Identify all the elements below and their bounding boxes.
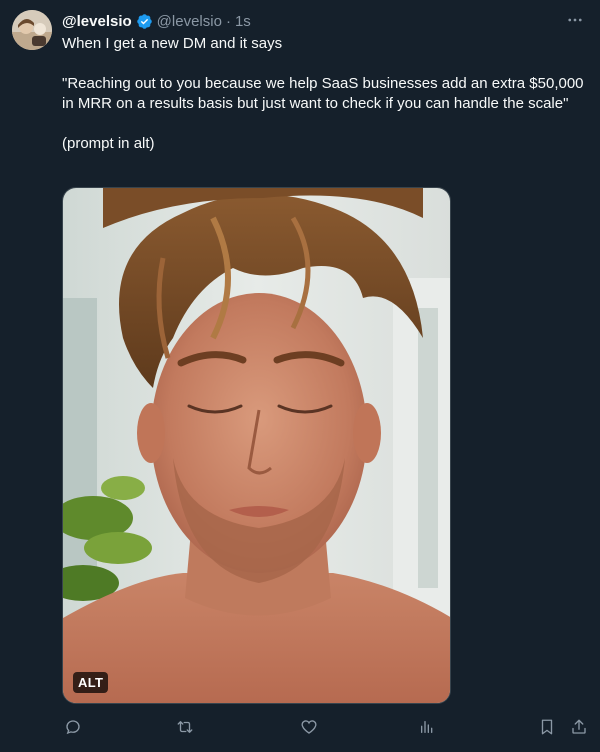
tweet-text: When I get a new DM and it says "Reachin… xyxy=(62,34,588,154)
tweet-line-2: "Reaching out to you because we help Saa… xyxy=(62,75,584,112)
display-name[interactable]: @levelsio xyxy=(62,13,132,30)
views-icon[interactable] xyxy=(416,716,438,738)
reply-icon[interactable] xyxy=(62,716,84,738)
tweet-header: @levelsio @levelsio · 1s xyxy=(62,10,251,32)
like-icon[interactable] xyxy=(298,716,320,738)
handle[interactable]: @levelsio xyxy=(157,13,222,30)
photo-image xyxy=(63,188,450,703)
action-bar xyxy=(62,716,592,740)
avatar[interactable] xyxy=(12,10,52,50)
separator-dot: · xyxy=(225,12,231,30)
verified-badge-icon xyxy=(136,13,153,30)
tweet-line-1: When I get a new DM and it says xyxy=(62,35,283,52)
avatar-image xyxy=(12,10,52,50)
tweet-line-3: (prompt in alt) xyxy=(62,135,155,152)
share-icon[interactable] xyxy=(568,716,590,738)
timestamp[interactable]: 1s xyxy=(235,13,251,30)
bookmark-icon[interactable] xyxy=(536,716,558,738)
tweet: @levelsio @levelsio · 1s When I get a ne… xyxy=(0,0,600,752)
retweet-icon[interactable] xyxy=(174,716,196,738)
alt-badge[interactable]: ALT xyxy=(73,672,109,693)
tweet-media[interactable]: ALT xyxy=(62,187,451,704)
more-options-icon[interactable] xyxy=(564,10,586,30)
